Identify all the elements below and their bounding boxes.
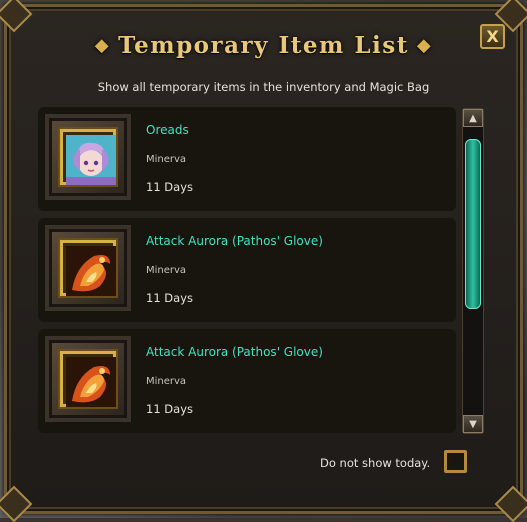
dont-show-label: Do not show today. (320, 456, 431, 470)
item-slot (45, 225, 131, 311)
flaming-glove-icon (66, 246, 116, 296)
list-item[interactable]: Oreads Minerva 11 Days (38, 107, 456, 211)
item-name: Oreads (146, 123, 189, 137)
list-scrollbar[interactable]: ▲ ▼ (462, 108, 484, 434)
close-button[interactable]: X (480, 24, 505, 49)
scroll-thumb[interactable] (465, 139, 481, 309)
fairy-portrait-icon (66, 135, 116, 185)
window-subtitle: Show all temporary items in the inventor… (97, 80, 430, 94)
item-duration: 11 Days (146, 291, 193, 305)
item-name: Attack Aurora (Pathos' Glove) (146, 234, 323, 248)
list-item[interactable]: Attack Aurora (Pathos' Glove) Minerva 11… (38, 218, 456, 322)
dont-show-checkbox[interactable] (444, 450, 467, 473)
item-name: Attack Aurora (Pathos' Glove) (146, 345, 323, 359)
list-item[interactable]: Attack Aurora (Pathos' Glove) Minerva 11… (38, 329, 456, 433)
item-owner: Minerva (146, 376, 187, 387)
window-title: ◆ Temporary Item List ◆ (0, 32, 527, 59)
item-owner: Minerva (146, 154, 187, 165)
diamond-icon: ◆ (94, 35, 111, 56)
item-duration: 11 Days (146, 402, 193, 416)
flaming-glove-icon (66, 357, 116, 407)
temporary-item-list: Oreads Minerva 11 Days Attack Aurora (Pa… (38, 107, 456, 435)
item-slot (45, 336, 131, 422)
item-slot (45, 114, 131, 200)
window-title-text: Temporary Item List (118, 32, 409, 59)
item-owner: Minerva (146, 265, 187, 276)
scroll-up-button[interactable]: ▲ (463, 109, 483, 127)
frame-corner-ornament (0, 0, 33, 33)
scroll-down-button[interactable]: ▼ (463, 415, 483, 433)
item-duration: 11 Days (146, 180, 193, 194)
diamond-icon: ◆ (416, 35, 433, 56)
